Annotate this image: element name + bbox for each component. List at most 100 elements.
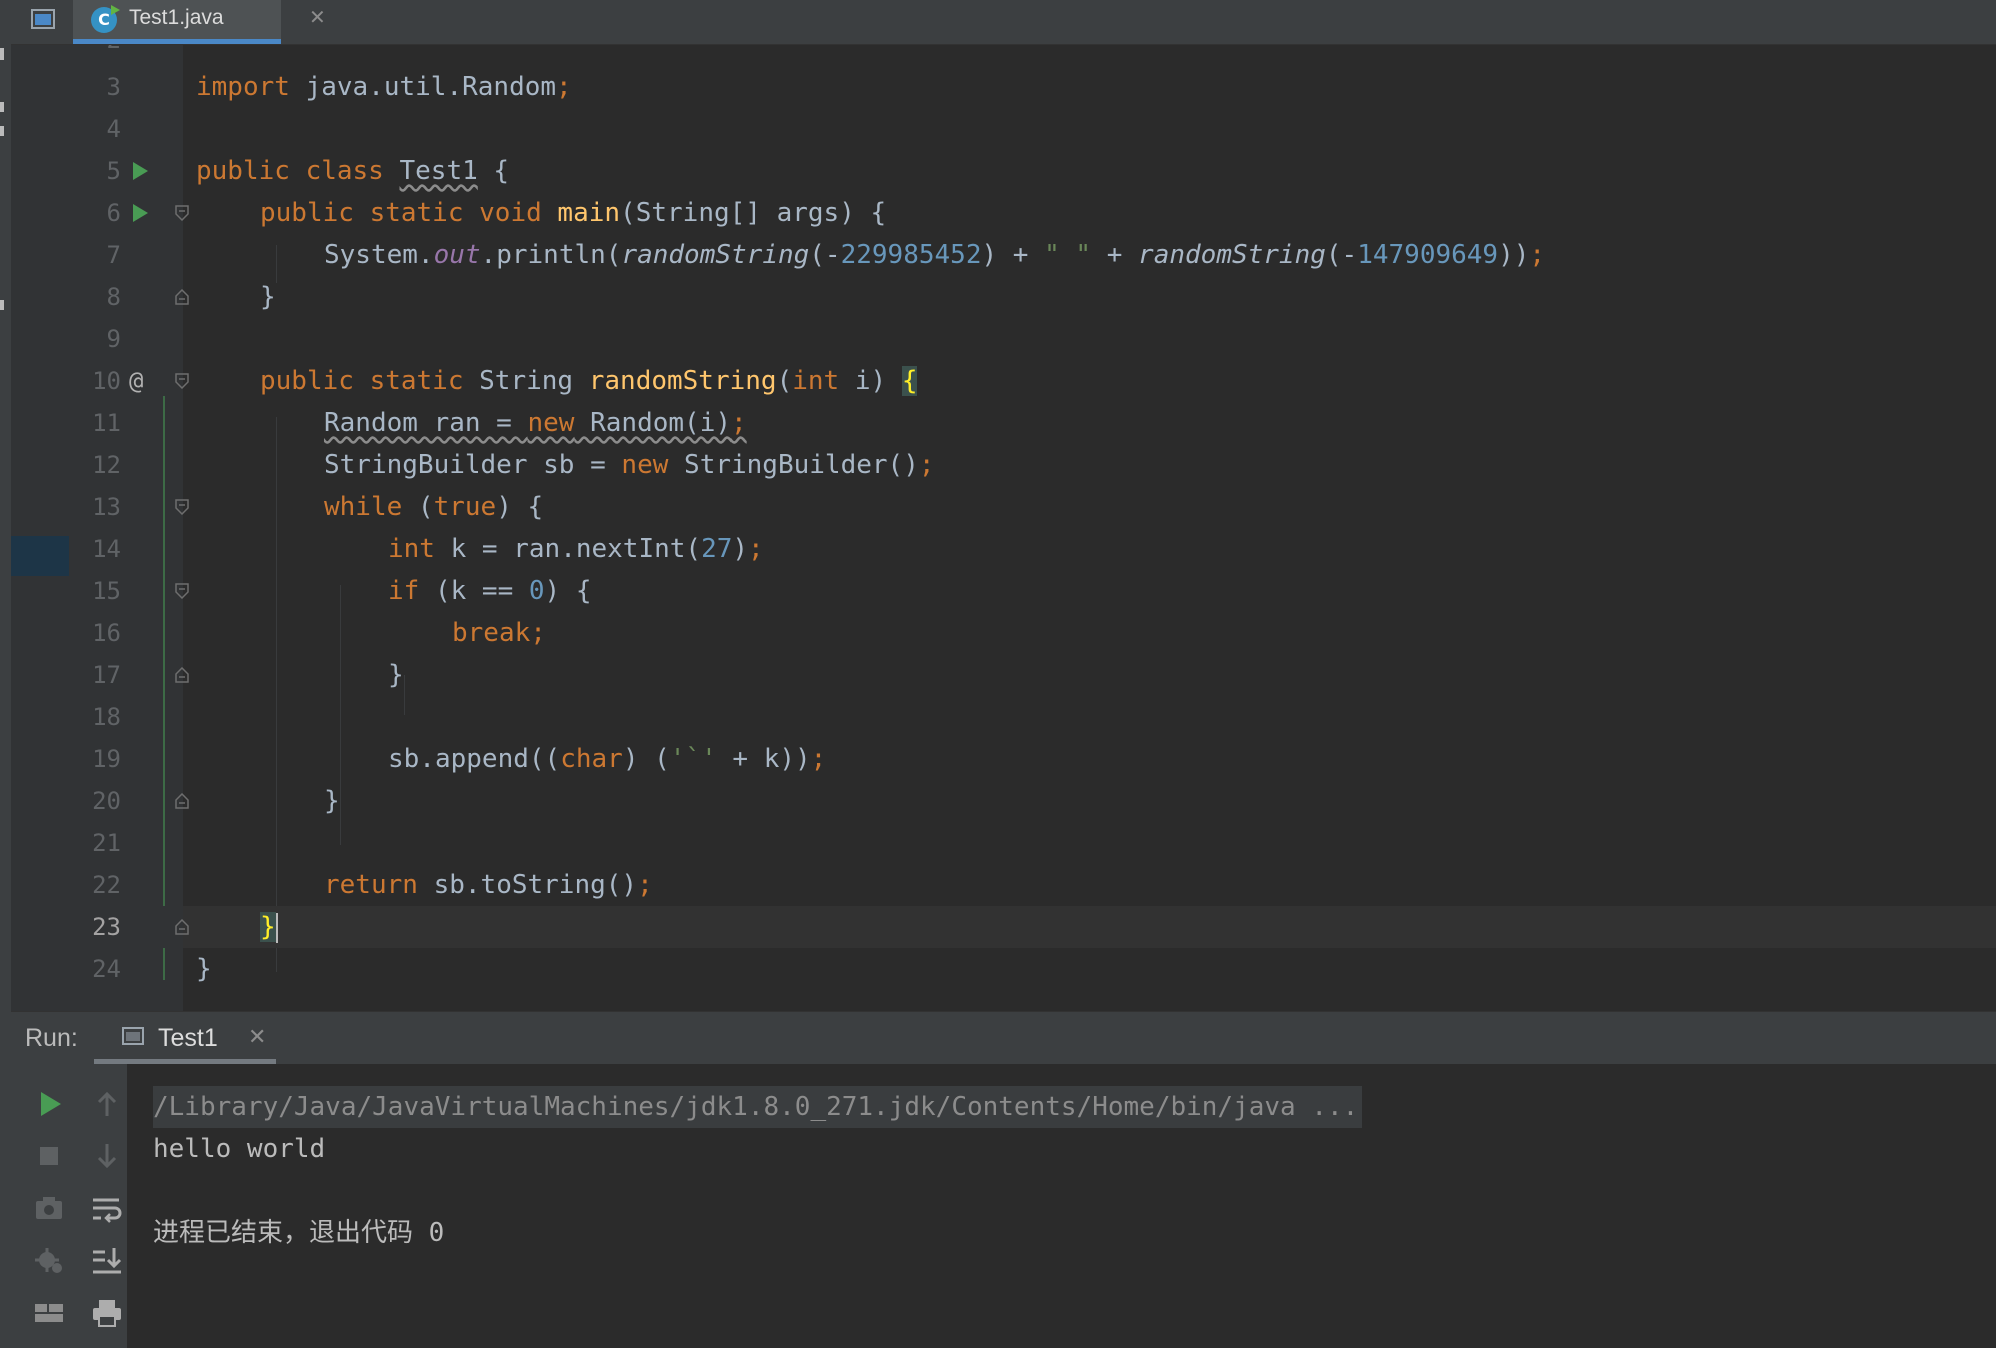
code-text: System.out.println(randomString(-2299854…	[324, 240, 1546, 270]
line-number: 12	[92, 451, 121, 479]
code-text: while (true) {	[324, 492, 544, 522]
editor-tab-bar: C Test1.java ✕	[11, 0, 1996, 45]
run-toolbar	[11, 1064, 127, 1348]
scroll-up-icon[interactable]	[87, 1084, 127, 1124]
run-class-icon[interactable]	[133, 162, 148, 180]
code-line-11: 11 Random ran = new Random(i);	[11, 402, 1996, 444]
line-number: 21	[92, 829, 121, 857]
annotation-gutter-icon[interactable]: @	[129, 360, 143, 402]
fold-end-icon[interactable]	[175, 919, 189, 935]
code-line-4: 4	[11, 108, 1996, 150]
code-text: }	[260, 282, 276, 312]
camera-icon[interactable]	[29, 1188, 69, 1228]
code-line-5: 5 public class Test1 {	[11, 150, 1996, 192]
print-icon[interactable]	[87, 1292, 127, 1332]
scroll-down-icon[interactable]	[87, 1136, 127, 1176]
code-line-19: 19 sb.append((char) ('`' + k));	[11, 738, 1996, 780]
line-number: 24	[92, 955, 121, 983]
code-text: Random ran = new Random(i);	[324, 408, 747, 438]
line-number: 5	[106, 157, 121, 185]
code-line-24: 24 }	[11, 948, 1996, 990]
code-text: public static void main(String[] args) {	[260, 198, 887, 228]
run-tab-label: Test1	[158, 1024, 218, 1052]
code-line-14: 14 int k = ran.nextInt(27);	[11, 528, 1996, 570]
line-number: 7	[106, 241, 121, 269]
code-line-20: 20 }	[11, 780, 1996, 822]
fold-end-icon[interactable]	[175, 667, 189, 683]
code-line-17: 17 }	[11, 654, 1996, 696]
line-number: 18	[92, 703, 121, 731]
stop-icon[interactable]	[29, 1136, 69, 1176]
code-line-9: 9	[11, 318, 1996, 360]
fold-open-icon[interactable]	[175, 499, 189, 515]
close-run-tab-icon[interactable]: ✕	[248, 1024, 266, 1050]
line-number: 16	[92, 619, 121, 647]
soft-wrap-icon[interactable]	[87, 1188, 127, 1228]
code-line-13: 13 while (true) {	[11, 486, 1996, 528]
rerun-icon[interactable]	[29, 1084, 69, 1124]
code-line-2: 2	[11, 45, 1996, 61]
line-number: 9	[106, 325, 121, 353]
code-text: StringBuilder sb = new StringBuilder();	[324, 450, 935, 480]
strip-marker	[0, 126, 4, 136]
run-tab-test1[interactable]: Test1 ✕	[94, 1012, 276, 1064]
line-number: 13	[92, 493, 121, 521]
line-number: 2	[69, 45, 121, 61]
line-number: 11	[92, 409, 121, 437]
line-number: 4	[106, 115, 121, 143]
code-line-8: 8 }	[11, 276, 1996, 318]
line-number: 3	[106, 73, 121, 101]
tab-test1-java[interactable]: C Test1.java ✕	[73, 0, 326, 44]
debug-settings-icon[interactable]	[29, 1240, 69, 1280]
code-text: sb.append((char) ('`' + k));	[388, 744, 827, 774]
code-text: int k = ran.nextInt(27);	[388, 534, 764, 564]
code-text: if (k == 0) {	[388, 576, 592, 606]
code-line-10: 10 @ public static String randomString(i…	[11, 360, 1996, 402]
line-number: 20	[92, 787, 121, 815]
line-number: 19	[92, 745, 121, 773]
code-text: import java.util.Random;	[196, 72, 572, 102]
project-panel-toggle-icon[interactable]	[29, 6, 59, 32]
code-line-15: 15 if (k == 0) {	[11, 570, 1996, 612]
code-text: public class Test1 {	[196, 156, 510, 186]
code-line-23: 23 }	[11, 906, 1996, 948]
console-output[interactable]: /Library/Java/JavaVirtualMachines/jdk1.8…	[127, 1064, 1996, 1348]
layout-icon[interactable]	[29, 1292, 69, 1332]
code-line-16: 16 break;	[11, 612, 1996, 654]
run-main-icon[interactable]	[133, 204, 148, 222]
strip-marker	[0, 300, 4, 310]
fold-open-icon[interactable]	[175, 205, 189, 221]
tab-label: Test1.java	[129, 6, 224, 29]
line-number: 10	[92, 367, 121, 395]
line-number: 17	[92, 661, 121, 689]
close-tab-icon[interactable]: ✕	[309, 5, 326, 30]
console-exit-line: 进程已结束，退出代码 0	[153, 1218, 445, 1248]
run-panel-label: Run:	[25, 1024, 78, 1052]
code-line-6: 6 public static void main(String[] args)…	[11, 192, 1996, 234]
code-editor[interactable]: 2 3 import java.util.Random; 4 5 public …	[11, 45, 1996, 1011]
run-config-icon	[122, 1027, 144, 1045]
line-number: 8	[106, 283, 121, 311]
line-number: 23	[92, 913, 121, 941]
console-command-line[interactable]: /Library/Java/JavaVirtualMachines/jdk1.8…	[153, 1086, 1363, 1128]
code-text: }	[260, 912, 278, 943]
code-line-21: 21	[11, 822, 1996, 864]
fold-open-icon[interactable]	[175, 583, 189, 599]
code-line-12: 12 StringBuilder sb = new StringBuilder(…	[11, 444, 1996, 486]
text-caret	[275, 912, 278, 943]
code-line-22: 22 return sb.toString();	[11, 864, 1996, 906]
fold-end-icon[interactable]	[175, 793, 189, 809]
strip-marker	[0, 102, 4, 112]
code-text: }	[388, 660, 404, 690]
fold-open-icon[interactable]	[175, 373, 189, 389]
strip-marker	[0, 48, 4, 60]
code-line-7: 7 System.out.println(randomString(-22998…	[11, 234, 1996, 276]
line-number: 22	[92, 871, 121, 899]
code-text: break;	[452, 618, 546, 648]
java-class-icon: C	[91, 5, 120, 33]
code-text: }	[324, 786, 340, 816]
scroll-to-end-icon[interactable]	[87, 1240, 127, 1280]
fold-end-icon[interactable]	[175, 289, 189, 305]
active-tab-indicator	[73, 39, 281, 44]
code-text: }	[196, 954, 212, 984]
